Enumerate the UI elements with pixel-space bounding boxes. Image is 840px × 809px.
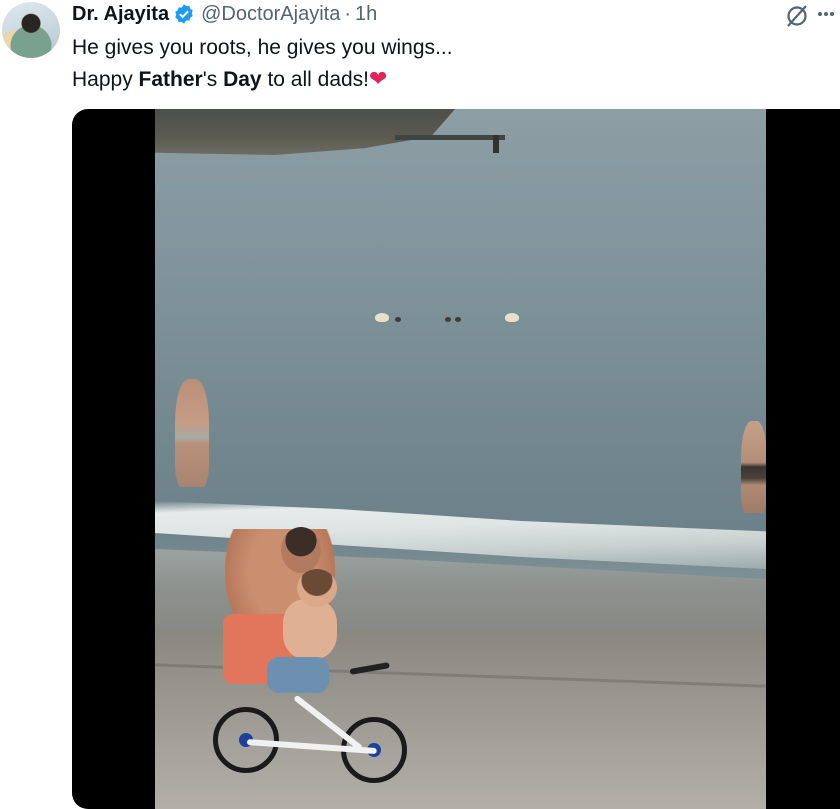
tweet-text-line1: He gives you roots, he gives you wings..…	[72, 36, 453, 59]
buoy	[375, 313, 389, 322]
swimmer-head	[445, 317, 451, 322]
child-shorts	[267, 657, 329, 693]
man-in-water-right	[741, 421, 766, 513]
text-bold-father: Father	[138, 68, 203, 91]
pier-post-scenery	[493, 135, 499, 153]
grok-icon[interactable]	[784, 3, 810, 29]
child-figure	[283, 599, 337, 659]
buoy	[505, 313, 519, 322]
man-in-water-left	[175, 379, 209, 487]
text-bold-day: Day	[223, 68, 262, 91]
father-head	[281, 527, 321, 573]
heart-emoji: ❤	[369, 66, 388, 91]
separator-dot: ·	[344, 2, 352, 25]
text-segment: Happy	[72, 68, 139, 91]
tweet-text: He gives you roots, he gives you wings..…	[72, 32, 772, 95]
swimmer-head	[455, 317, 461, 322]
video-player[interactable]	[72, 109, 840, 809]
verified-badge-icon	[175, 4, 193, 24]
avatar[interactable]	[2, 2, 60, 58]
more-options-icon[interactable]	[818, 2, 840, 26]
timestamp[interactable]: 1h	[355, 3, 377, 26]
tweet-text-line2: Happy Father's Day to all dads!❤	[72, 63, 772, 95]
video-frame[interactable]	[155, 109, 766, 809]
pier-scenery	[395, 135, 505, 140]
child-head	[297, 569, 337, 607]
author-name[interactable]: Dr. Ajayita	[72, 3, 169, 26]
text-segment: to all dads!	[261, 68, 370, 91]
swimmer-head	[395, 317, 401, 322]
cliff-scenery	[155, 109, 455, 155]
text-segment: 's	[202, 68, 224, 91]
tweet-header: Dr. Ajayita @DoctorAjayita · 1h	[72, 2, 377, 26]
author-handle[interactable]: @DoctorAjayita	[201, 3, 340, 26]
